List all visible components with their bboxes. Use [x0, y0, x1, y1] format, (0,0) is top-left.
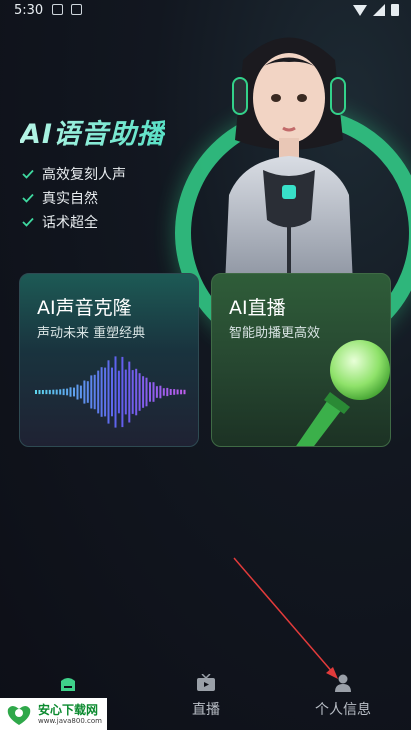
- waveform-bar: [149, 382, 151, 402]
- voice-clone-card[interactable]: AI声音克隆 声动未来 重塑经典: [19, 273, 199, 447]
- waveform-bar: [121, 356, 124, 428]
- check-icon: [22, 217, 34, 227]
- card-title: AI声音克隆: [37, 297, 132, 319]
- waveform-bar: [183, 389, 186, 395]
- nav-live[interactable]: 直播: [146, 666, 266, 730]
- check-icon: [22, 193, 34, 203]
- waveform-bar: [41, 390, 44, 395]
- waveform-bar: [166, 387, 169, 397]
- status-time: 5:30: [14, 3, 44, 18]
- waveform-icon: [35, 356, 186, 428]
- waveform-bar: [100, 367, 103, 417]
- feature-item: 高效复刻人声: [22, 162, 126, 186]
- waveform-bar: [73, 387, 75, 397]
- nav-label: 直播: [192, 702, 220, 718]
- waveform-bar: [104, 367, 107, 417]
- feature-label: 高效复刻人声: [42, 167, 126, 183]
- waveform-bar: [90, 375, 93, 409]
- waveform-bar: [38, 390, 41, 395]
- tv-icon: [197, 674, 215, 691]
- waveform-bar: [66, 388, 69, 396]
- wifi-icon: [353, 4, 367, 16]
- waveform-bar: [131, 370, 134, 414]
- waveform-bar: [86, 381, 89, 403]
- waveform-bar: [155, 386, 158, 398]
- waveform-bar: [159, 385, 162, 399]
- nav-label: 个人信息: [315, 702, 371, 718]
- check-icon: [22, 169, 34, 179]
- waveform-bar: [180, 389, 183, 395]
- waveform-bar: [79, 385, 82, 399]
- waveform-bar: [176, 389, 179, 395]
- microphone-icon: [296, 340, 390, 446]
- notification-icons: [52, 4, 82, 15]
- ai-avatar-illustration: [225, 37, 353, 285]
- waveform-bar: [173, 389, 176, 395]
- waveform-bar: [114, 356, 117, 428]
- waveform-bar: [97, 370, 100, 414]
- waveform-bar: [35, 390, 37, 394]
- status-bar: 5:30: [0, 0, 411, 22]
- feature-label: 真实自然: [42, 191, 98, 207]
- home-icon: [61, 678, 75, 691]
- feature-list: 高效复刻人声 真实自然 话术超全: [22, 162, 126, 234]
- waveform-bar: [45, 389, 48, 395]
- watermark-logo-icon: [7, 706, 31, 725]
- battery-icon: [391, 4, 399, 16]
- waveform-bar: [52, 389, 55, 395]
- feature-label: 话术超全: [42, 215, 98, 231]
- waveform-bar: [162, 388, 165, 396]
- waveform-bar: [152, 382, 155, 402]
- waveform-bar: [62, 388, 65, 396]
- waveform-bar: [55, 389, 58, 395]
- waveform-bar: [83, 380, 86, 404]
- waveform-bar: [107, 360, 110, 424]
- waveform-bar: [142, 376, 145, 408]
- ai-live-card[interactable]: AI直播 智能助播更高效: [211, 273, 391, 447]
- feature-item: 话术超全: [22, 210, 126, 234]
- waveform-bar: [111, 367, 113, 417]
- nav-profile[interactable]: 个人信息: [283, 666, 403, 730]
- watermark-url: www.java800.com: [38, 716, 102, 725]
- waveform-bar: [48, 389, 51, 395]
- waveform-bar: [93, 374, 96, 410]
- watermark: 安心下载网 www.java800.com: [0, 698, 107, 730]
- waveform-bar: [59, 389, 62, 395]
- waveform-bar: [169, 389, 172, 395]
- card-title: AI直播: [229, 297, 286, 319]
- waveform-bar: [128, 361, 131, 423]
- notification-icon: [52, 4, 63, 15]
- signal-icon: [373, 4, 385, 16]
- watermark-name: 安心下载网: [38, 702, 99, 717]
- waveform-bar: [135, 368, 138, 416]
- waveform-bar: [124, 369, 127, 415]
- feature-item: 真实自然: [22, 186, 126, 210]
- person-icon: [335, 674, 351, 692]
- hero-title: AI语音助播: [20, 112, 165, 151]
- waveform-bar: [69, 387, 72, 397]
- system-icons: [353, 4, 399, 16]
- waveform-bar: [76, 384, 79, 400]
- waveform-bar: [145, 377, 148, 407]
- waveform-bar: [138, 373, 141, 411]
- notification-icon: [71, 4, 82, 15]
- waveform-bar: [117, 370, 120, 414]
- card-subtitle: 声动未来 重塑经典: [37, 326, 146, 341]
